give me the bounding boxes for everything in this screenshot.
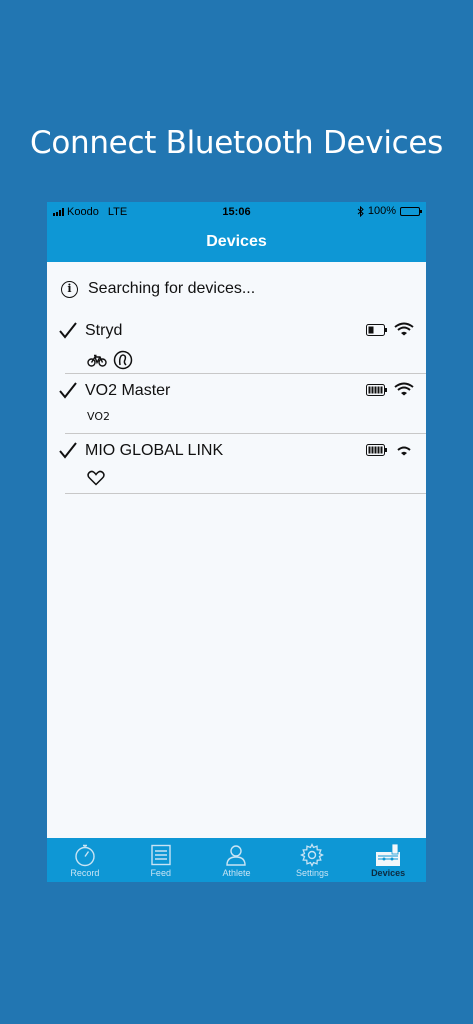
device-name: Stryd: [85, 322, 123, 339]
tab-label: Feed: [150, 868, 171, 878]
vo2-label: VO2: [87, 410, 110, 423]
check-icon: [59, 382, 77, 399]
devices-icon: [376, 843, 401, 866]
heart-icon: [87, 470, 105, 486]
check-icon: [59, 322, 77, 339]
tab-settings[interactable]: Settings: [274, 838, 350, 882]
check-icon: [59, 442, 77, 459]
page-headline: Connect Bluetooth Devices: [29, 125, 444, 161]
stopwatch-icon: [75, 844, 95, 867]
gear-icon: [300, 843, 325, 867]
tab-athlete[interactable]: Athlete: [199, 838, 275, 882]
tab-record[interactable]: Record: [47, 838, 123, 882]
signal-strong-icon: [394, 382, 414, 396]
info-icon: i: [61, 280, 78, 298]
tab-label: Record: [70, 868, 100, 878]
tab-label: Devices: [371, 868, 406, 878]
bike-icon: [87, 354, 107, 367]
device-name: MIO GLOBAL LINK: [85, 442, 224, 459]
tab-label: Athlete: [222, 868, 251, 878]
device-row-mio-global-link[interactable]: MIO GLOBAL LINK: [47, 434, 426, 494]
tab-devices[interactable]: Devices: [350, 838, 426, 882]
device-row-stryd[interactable]: Stryd: [47, 314, 426, 374]
device-name: VO2 Master: [85, 382, 171, 399]
tab-label: Settings: [296, 868, 329, 878]
status-bar: Koodo LTE 15:06 100%: [47, 202, 426, 222]
battery-low-icon: [366, 324, 387, 336]
power-icon: [113, 350, 133, 370]
athlete-icon: [226, 845, 247, 866]
row-divider: [65, 493, 426, 494]
devices-list: i Searching for devices... Stryd VO2 Mas…: [47, 262, 426, 838]
tab-bar: Record Feed Athlete Settings Devices: [47, 838, 426, 882]
signal-strong-icon: [394, 322, 414, 336]
nav-title: Devices: [47, 222, 426, 262]
battery-full-icon: [366, 444, 387, 456]
search-status-text: Searching for devices...: [88, 280, 256, 297]
battery-icon: [400, 206, 422, 216]
tab-feed[interactable]: Feed: [123, 838, 199, 882]
search-status-row: i Searching for devices...: [61, 280, 255, 298]
battery-full-icon: [366, 384, 387, 396]
phone-screen: Koodo LTE 15:06 100% Devices i Searching…: [47, 202, 426, 882]
signal-medium-icon: [397, 446, 411, 456]
feed-icon: [150, 844, 171, 866]
bluetooth-icon: [357, 205, 364, 217]
battery-percent: 100%: [367, 205, 396, 217]
device-row-vo2-master[interactable]: VO2 Master VO2: [47, 374, 426, 434]
